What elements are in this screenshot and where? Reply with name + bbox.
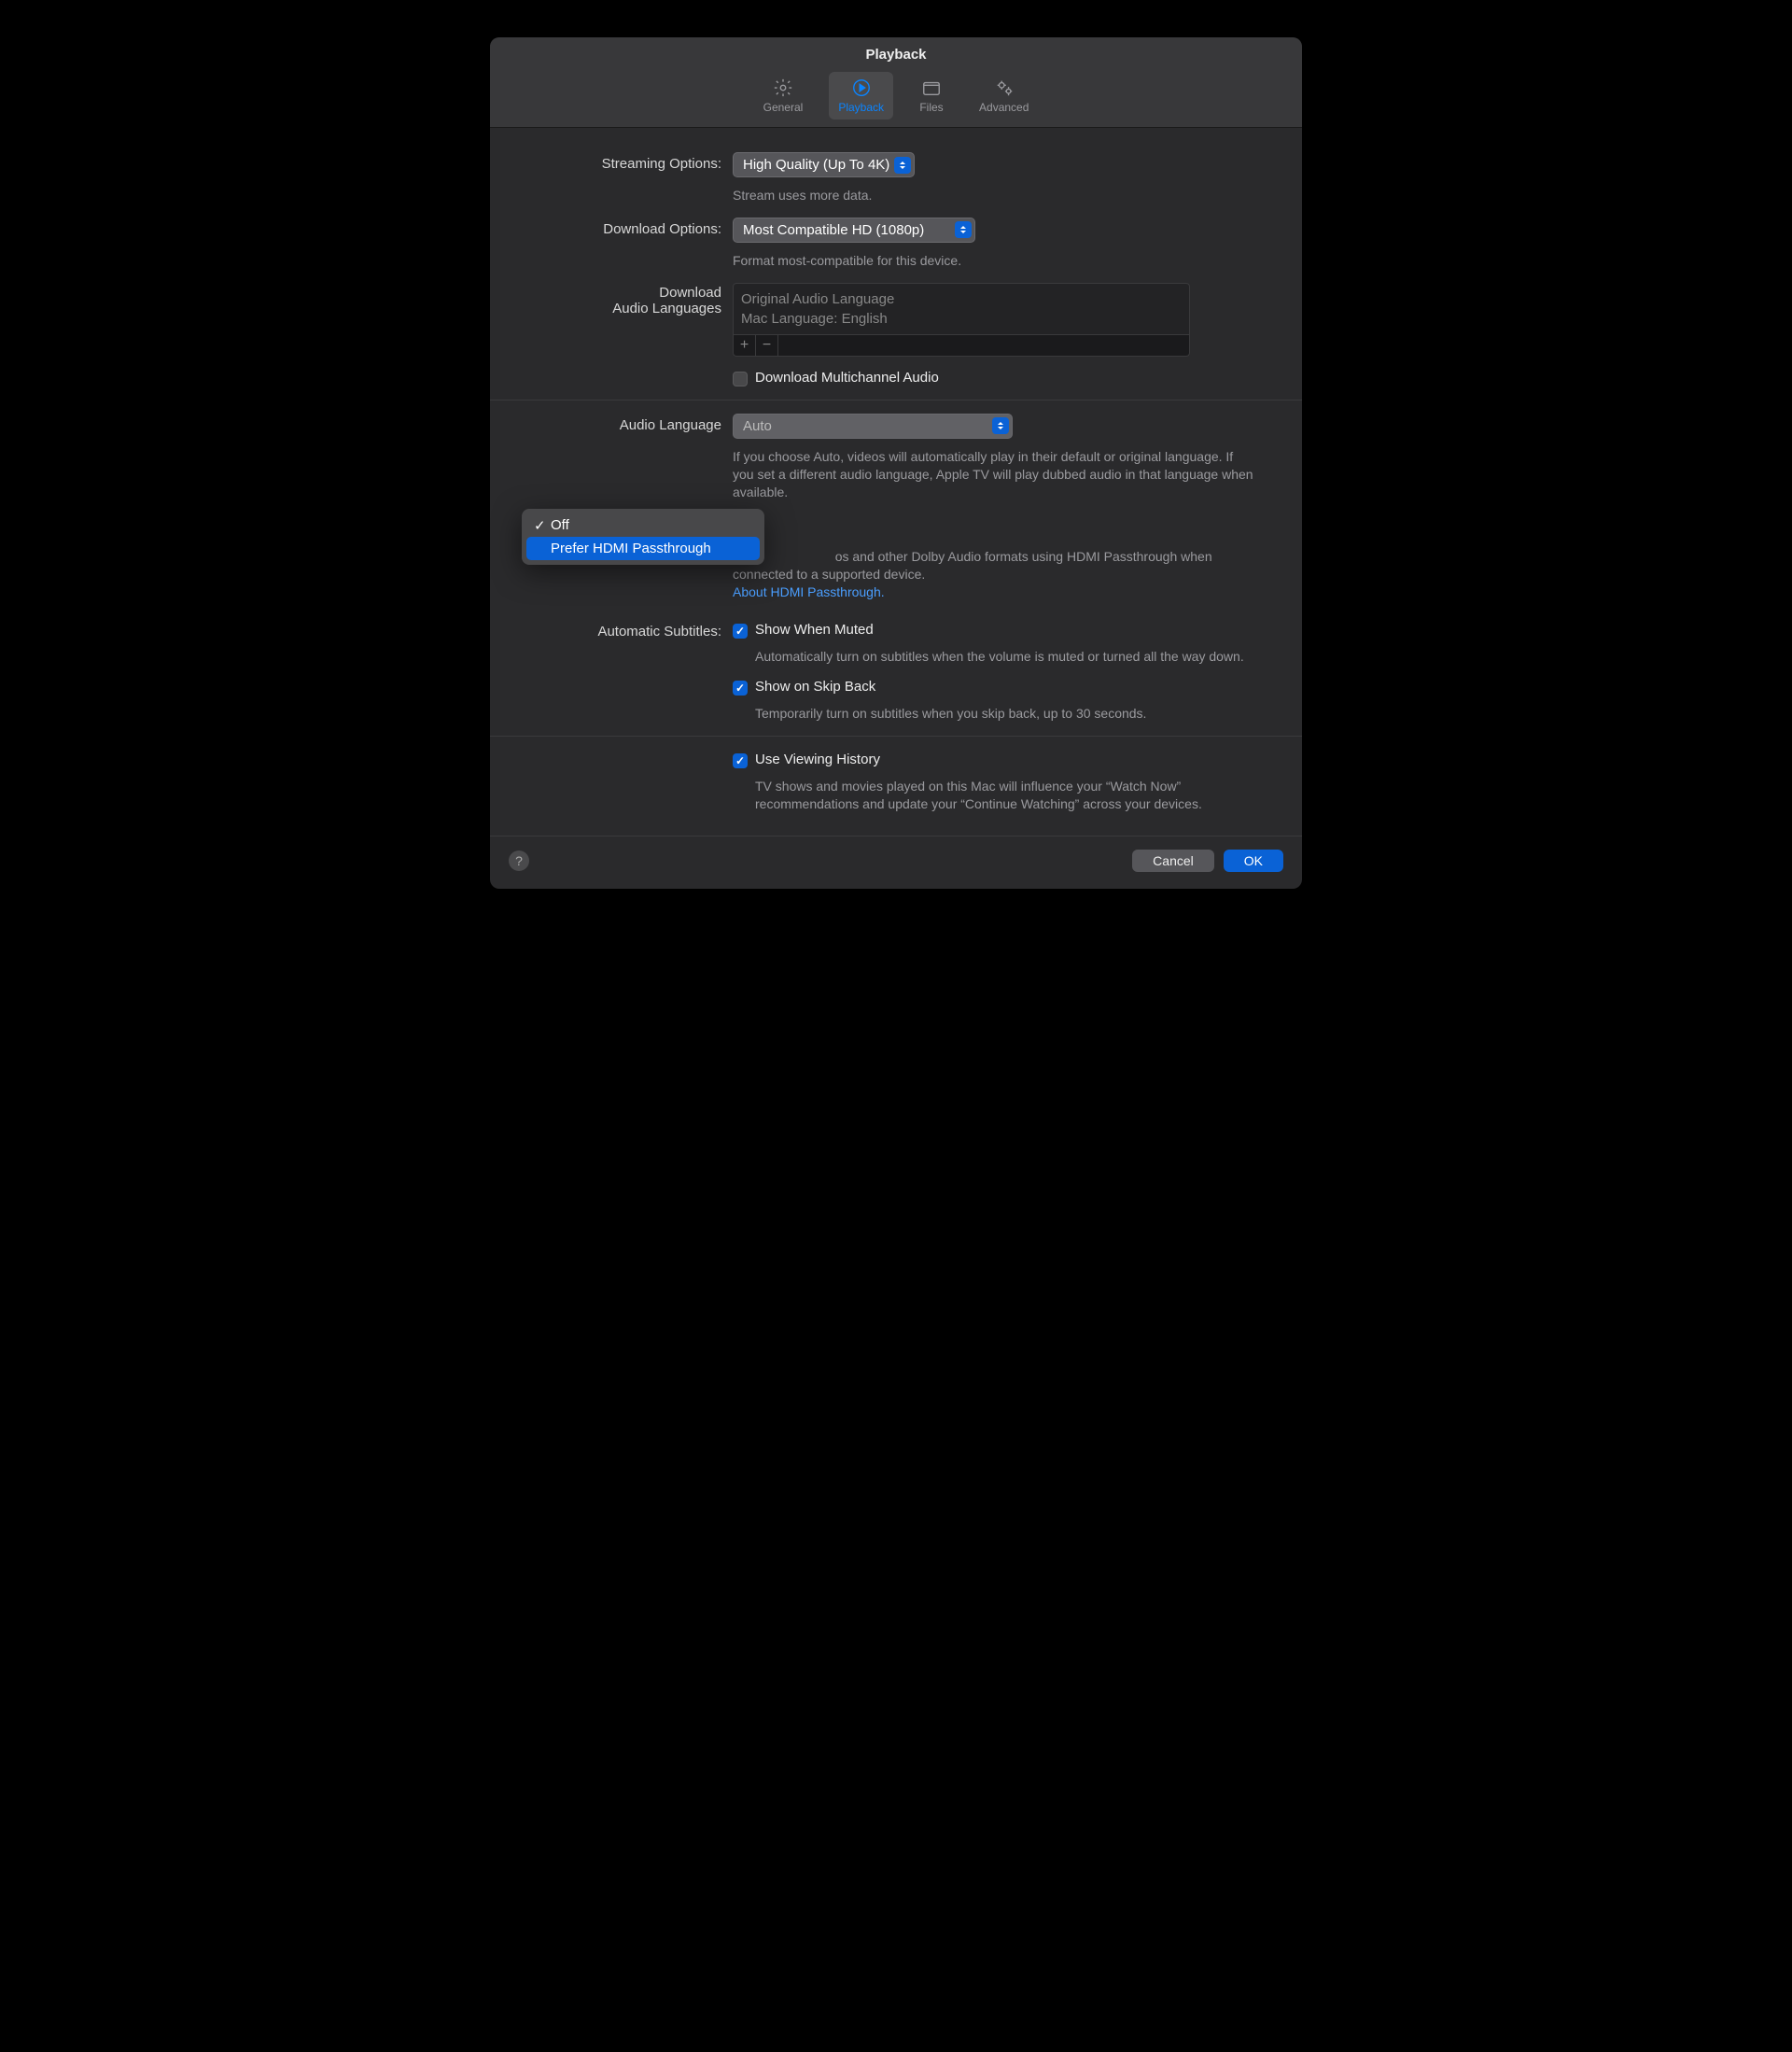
tab-files[interactable]: Files: [910, 72, 953, 119]
tab-label: Playback: [838, 101, 884, 114]
streaming-desc: Stream uses more data.: [733, 187, 1255, 204]
hdmi-option-prefer[interactable]: Prefer HDMI Passthrough: [526, 537, 760, 560]
multichannel-checkbox[interactable]: [733, 372, 748, 387]
multichannel-label: Download Multichannel Audio: [755, 370, 939, 386]
content-area: Streaming Options: High Quality (Up To 4…: [490, 128, 1302, 836]
toolbar-tabs: General Playback Files Advanced: [490, 72, 1302, 119]
show-when-muted-checkbox[interactable]: [733, 624, 748, 639]
download-popup[interactable]: Most Compatible HD (1080p): [733, 218, 975, 243]
viewing-history-desc: TV shows and movies played on this Mac w…: [755, 778, 1265, 813]
streaming-popup[interactable]: High Quality (Up To 4K): [733, 152, 915, 177]
popup-value: High Quality (Up To 4K): [743, 157, 889, 173]
list-item[interactable]: Original Audio Language: [741, 289, 1182, 309]
subtitles-label: Automatic Subtitles:: [527, 620, 733, 723]
audio-language-popup[interactable]: Auto: [733, 414, 1013, 439]
hdmi-link[interactable]: About HDMI Passthrough.: [733, 584, 885, 599]
audio-language-label: Audio Language: [527, 414, 733, 501]
gear-icon: [771, 77, 795, 98]
help-button[interactable]: ?: [509, 850, 529, 871]
footer: ? Cancel OK: [490, 836, 1302, 889]
tab-label: General: [763, 101, 804, 114]
add-button[interactable]: +: [734, 335, 756, 356]
download-audio-languages-label: DownloadAudio Languages: [527, 283, 733, 387]
play-circle-icon: [849, 77, 874, 98]
divider: [490, 736, 1302, 737]
popup-value: Auto: [743, 418, 772, 434]
divider: [490, 400, 1302, 401]
hdmi-desc: Output Dolby Atmos and other Dolby Audio…: [733, 548, 1255, 601]
popup-value: Most Compatible HD (1080p): [743, 222, 924, 238]
folder-icon: [919, 77, 944, 98]
preferences-window: Playback General Playback Files Advanced…: [490, 37, 1302, 889]
show-when-muted-desc: Automatically turn on subtitles when the…: [755, 648, 1265, 666]
show-on-skip-back-desc: Temporarily turn on subtitles when you s…: [755, 705, 1265, 723]
window-title: Playback: [490, 47, 1302, 63]
titlebar: Playback General Playback Files Advanced: [490, 37, 1302, 128]
audio-language-desc: If you choose Auto, videos will automati…: [733, 448, 1255, 501]
empty-label: [527, 750, 733, 813]
show-on-skip-back-checkbox[interactable]: [733, 681, 748, 696]
tab-label: Files: [919, 101, 943, 114]
streaming-label: Streaming Options:: [527, 152, 733, 204]
tab-general[interactable]: General: [754, 72, 813, 119]
chevron-updown-icon: [992, 417, 1009, 434]
viewing-history-label: Use Viewing History: [755, 752, 880, 767]
chevron-updown-icon: [894, 157, 911, 174]
show-on-skip-back-label: Show on Skip Back: [755, 679, 875, 695]
tab-playback[interactable]: Playback: [829, 72, 893, 119]
ok-button[interactable]: OK: [1224, 850, 1283, 872]
show-when-muted-label: Show When Muted: [755, 622, 874, 638]
tab-advanced[interactable]: Advanced: [970, 72, 1038, 119]
hdmi-dropdown-menu: Off Prefer HDMI Passthrough: [522, 509, 764, 565]
cancel-button[interactable]: Cancel: [1132, 850, 1214, 872]
list-buttons: + −: [733, 335, 1190, 357]
list-item[interactable]: Mac Language: English: [741, 309, 1182, 329]
tab-label: Advanced: [979, 101, 1029, 114]
download-desc: Format most-compatible for this device.: [733, 252, 1255, 270]
chevron-updown-icon: [955, 221, 972, 238]
remove-button[interactable]: −: [756, 335, 778, 356]
gears-icon: [992, 77, 1016, 98]
audio-languages-list[interactable]: Original Audio Language Mac Language: En…: [733, 283, 1190, 335]
hdmi-option-off[interactable]: Off: [526, 513, 760, 537]
download-label: Download Options:: [527, 218, 733, 270]
viewing-history-checkbox[interactable]: [733, 753, 748, 768]
